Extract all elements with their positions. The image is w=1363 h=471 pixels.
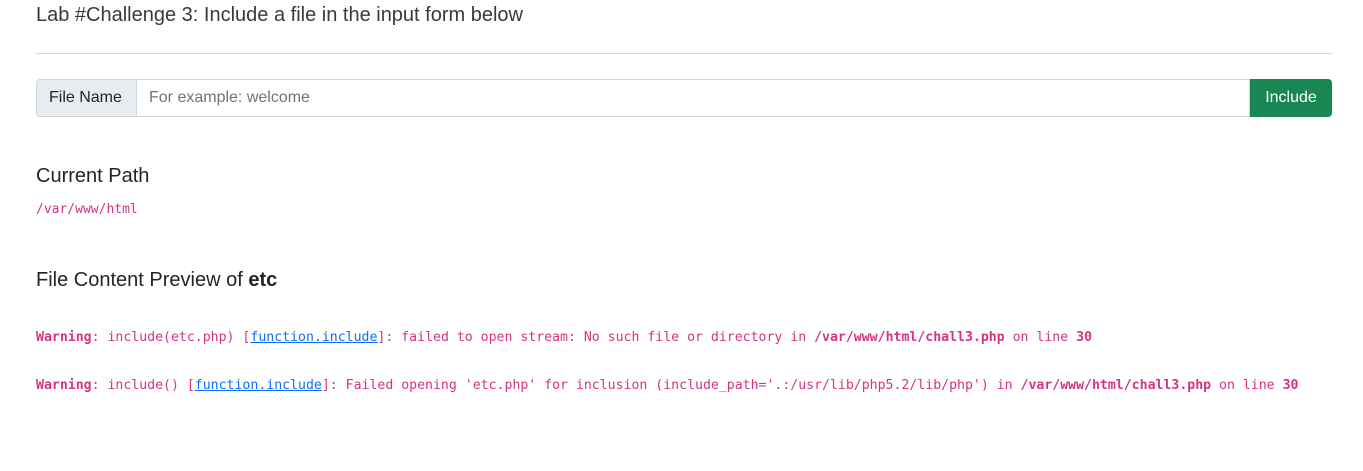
page-title: Lab #Challenge 3: Include a file in the …	[36, 4, 523, 26]
file-preview-heading-prefix: File Content Preview of	[36, 269, 249, 291]
current-path-heading: Current Path	[36, 165, 150, 187]
warning-file-path: /var/www/html/chall3.php	[814, 330, 1005, 345]
function-include-link[interactable]: function.include	[250, 330, 377, 345]
warning-line-number: 30	[1076, 330, 1093, 345]
include-button[interactable]: Include	[1250, 79, 1332, 117]
file-preview-heading: File Content Preview of etc	[36, 269, 277, 292]
current-path-value: /var/www/html	[36, 202, 138, 217]
warning-line-number: 30	[1282, 378, 1299, 393]
warning-text: ]: Failed opening 'etc.php' for inclusio…	[321, 378, 1021, 393]
file-preview-filename: etc	[248, 269, 278, 291]
warning-file-path: /var/www/html/chall3.php	[1020, 378, 1212, 393]
warning-text: on line	[1004, 330, 1077, 345]
warning-label: Warning	[36, 330, 92, 345]
warning-text: : include() [	[91, 378, 195, 393]
warning-text: ]: failed to open stream: No such file o…	[377, 330, 815, 345]
warning-text: on line	[1211, 378, 1283, 393]
file-name-addon-label: File Name	[36, 79, 136, 117]
warning-message: Warning: include() [function.include]: F…	[36, 374, 1332, 398]
warning-label: Warning	[36, 378, 92, 393]
function-include-link[interactable]: function.include	[195, 378, 322, 393]
include-form: File Name Include	[36, 79, 1332, 117]
file-name-input[interactable]	[136, 79, 1250, 117]
warning-text: : include(etc.php) [	[91, 330, 251, 345]
divider	[36, 53, 1332, 54]
warning-message: Warning: include(etc.php) [function.incl…	[36, 326, 1332, 350]
